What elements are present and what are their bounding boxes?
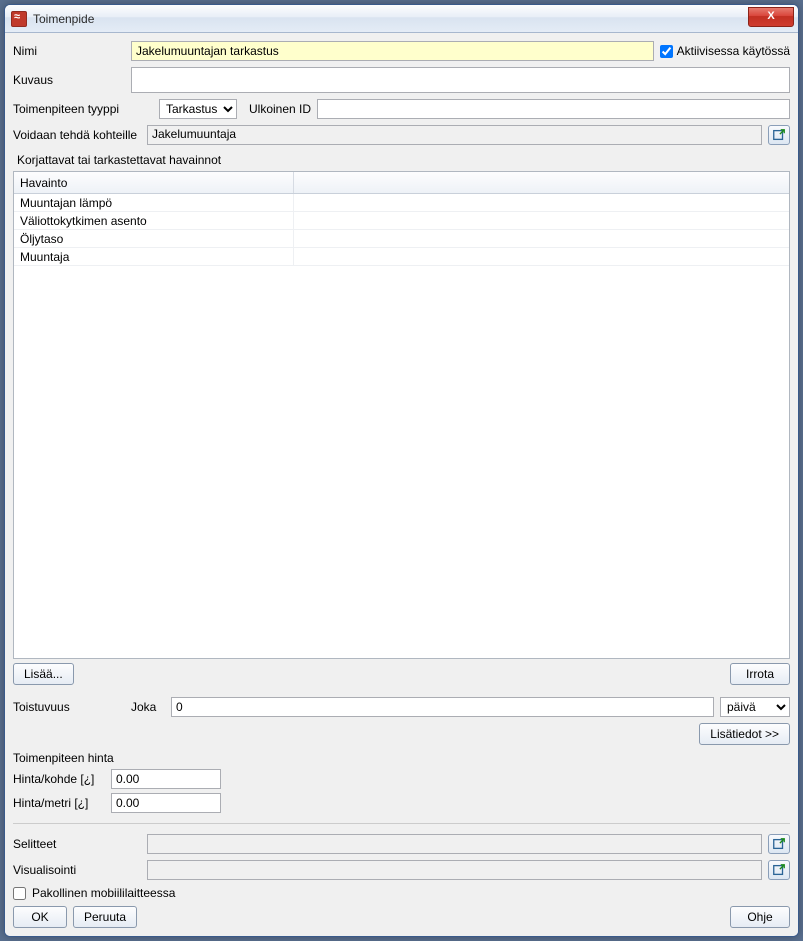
- label-kohteet: Voidaan tehdä kohteille: [13, 128, 141, 142]
- label-aktiivisessa: Aktiivisessa käytössä: [677, 44, 790, 58]
- label-nimi: Nimi: [13, 44, 125, 58]
- ok-button[interactable]: OK: [13, 906, 67, 928]
- close-icon: X: [767, 10, 774, 22]
- cell-empty: [294, 230, 789, 247]
- peruuta-button[interactable]: Peruuta: [73, 906, 137, 928]
- table-row[interactable]: Muuntaja: [14, 248, 789, 266]
- cell-havainto: Muuntajan lämpö: [14, 194, 294, 211]
- label-korjattavat: Korjattavat tai tarkastettavat havainnot: [17, 153, 786, 167]
- table-body: Muuntajan lämpöVäliottokytkimen asentoÖl…: [14, 194, 789, 266]
- cell-havainto: Muuntaja: [14, 248, 294, 265]
- table-buttons: Lisää... Irrota: [13, 663, 790, 685]
- lisatiedot-button[interactable]: Lisätiedot >>: [699, 723, 790, 745]
- row-nimi: Nimi Aktiivisessa käytössä: [13, 41, 790, 61]
- row-visualisointi: Visualisointi: [13, 860, 790, 880]
- joka-unit-select[interactable]: päivä: [720, 697, 790, 717]
- add-target-icon: [772, 128, 786, 142]
- row-toistuvuus: Toistuvuus Joka päivä: [13, 697, 790, 717]
- label-toistuvuus: Toistuvuus: [13, 700, 125, 714]
- kuvaus-input[interactable]: [131, 67, 790, 93]
- cell-havainto: Väliottokytkimen asento: [14, 212, 294, 229]
- row-kohteet: Voidaan tehdä kohteille Jakelumuuntaja: [13, 125, 790, 145]
- nimi-input[interactable]: [131, 41, 654, 61]
- row-tyyppi: Toimenpiteen tyyppi Tarkastus Ulkoinen I…: [13, 99, 790, 119]
- havainnot-group: Korjattavat tai tarkastettavat havainnot…: [13, 151, 790, 685]
- label-hinta-metri: Hinta/metri [¿]: [13, 796, 105, 810]
- footer-buttons: OK Peruuta Ohje: [13, 906, 790, 928]
- label-tyyppi: Toimenpiteen tyyppi: [13, 102, 153, 116]
- th-col2[interactable]: [294, 172, 789, 193]
- joka-count-input[interactable]: [171, 697, 714, 717]
- add-target-icon: [772, 863, 786, 877]
- row-hinta-kohde: Hinta/kohde [¿]: [13, 769, 790, 789]
- label-visualisointi: Visualisointi: [13, 863, 141, 877]
- ohje-button[interactable]: Ohje: [730, 906, 790, 928]
- aktiivisessa-wrap: Aktiivisessa käytössä: [660, 44, 790, 58]
- row-kuvaus: Kuvaus: [13, 67, 790, 93]
- th-havainto[interactable]: Havainto: [14, 172, 294, 193]
- table-row[interactable]: Öljytaso: [14, 230, 789, 248]
- irrota-button[interactable]: Irrota: [730, 663, 790, 685]
- havainnot-table: Havainto Muuntajan lämpöVäliottokytkimen…: [13, 171, 790, 659]
- close-button[interactable]: X: [748, 7, 794, 27]
- label-hinta: Toimenpiteen hinta: [13, 751, 114, 765]
- table-header: Havainto: [14, 172, 789, 194]
- window-title: Toimenpide: [33, 12, 748, 26]
- add-kohde-button[interactable]: [768, 125, 790, 145]
- add-visualisointi-button[interactable]: [768, 860, 790, 880]
- row-pakollinen: Pakollinen mobiililaitteessa: [13, 886, 790, 900]
- selitteet-box: [147, 834, 762, 854]
- hinta-group: Toimenpiteen hinta Hinta/kohde [¿] Hinta…: [13, 751, 790, 813]
- app-icon: [11, 11, 27, 27]
- window: Toimenpide X Nimi Aktiivisessa käytössä …: [4, 4, 799, 937]
- label-hinta-kohde: Hinta/kohde [¿]: [13, 772, 105, 786]
- add-target-icon: [772, 837, 786, 851]
- content-area: Nimi Aktiivisessa käytössä Kuvaus Toimen…: [5, 33, 798, 936]
- kohteet-box: Jakelumuuntaja: [147, 125, 762, 145]
- label-joka: Joka: [131, 700, 165, 714]
- cell-havainto: Öljytaso: [14, 230, 294, 247]
- cell-empty: [294, 248, 789, 265]
- hinta-kohde-input[interactable]: [111, 769, 221, 789]
- visualisointi-box: [147, 860, 762, 880]
- label-ulkoinen-id: Ulkoinen ID: [249, 102, 311, 116]
- ulkoinen-id-input[interactable]: [317, 99, 790, 119]
- row-selitteet: Selitteet: [13, 834, 790, 854]
- row-lisatiedot: Lisätiedot >>: [13, 723, 790, 745]
- cell-empty: [294, 194, 789, 211]
- label-pakollinen: Pakollinen mobiililaitteessa: [32, 886, 175, 900]
- hinta-metri-input[interactable]: [111, 793, 221, 813]
- tyyppi-select[interactable]: Tarkastus: [159, 99, 237, 119]
- cell-empty: [294, 212, 789, 229]
- table-row[interactable]: Muuntajan lämpö: [14, 194, 789, 212]
- label-selitteet: Selitteet: [13, 837, 141, 851]
- aktiivisessa-checkbox[interactable]: [660, 45, 673, 58]
- titlebar: Toimenpide X: [5, 5, 798, 33]
- label-kuvaus: Kuvaus: [13, 73, 125, 87]
- table-row[interactable]: Väliottokytkimen asento: [14, 212, 789, 230]
- divider: [13, 823, 790, 824]
- row-hinta-metri: Hinta/metri [¿]: [13, 793, 790, 813]
- lisaa-button[interactable]: Lisää...: [13, 663, 74, 685]
- add-selite-button[interactable]: [768, 834, 790, 854]
- pakollinen-checkbox[interactable]: [13, 887, 26, 900]
